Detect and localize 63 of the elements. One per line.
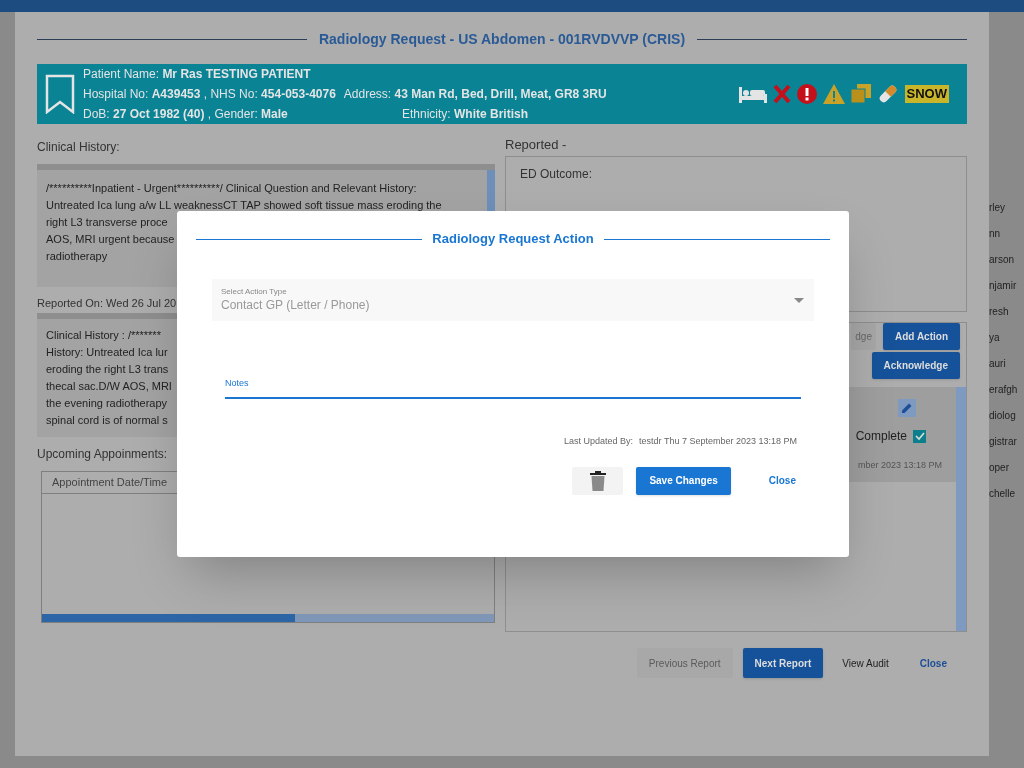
action-button[interactable]: Acknowledge	[871, 352, 960, 379]
action-date: mber 2023 13:18 PM	[857, 459, 942, 472]
list-item-text: rley	[989, 201, 1007, 215]
list-item-text: nn	[989, 227, 1002, 241]
complete-checkbox[interactable]	[913, 429, 926, 443]
bookmark-icon	[45, 74, 75, 114]
status-text: Complete	[855, 428, 907, 445]
patient-ids: Hospital No: A439453 , NHS No: 454-053-4076	[83, 86, 336, 103]
list-item-text: auri	[989, 357, 1007, 371]
cross-icon	[772, 84, 791, 104]
save-changes-button[interactable]: Save Changes	[636, 466, 731, 495]
text-line: AOS, MRI urgent because	[46, 232, 175, 247]
alert-badge: SNOW	[904, 85, 949, 103]
close-link[interactable]: Close	[768, 473, 796, 488]
dropdown-caret-icon	[794, 297, 804, 303]
vertical-scrollbar[interactable]	[956, 387, 966, 631]
text-line: Untreated Ica lung a/w LL weaknessCT TAP showed soft tissue mass eroding the	[46, 198, 442, 213]
text-line: right L3 transverse proce	[46, 215, 168, 230]
action-button[interactable]: Add Action	[883, 323, 960, 350]
section-label: Clinical History:	[37, 139, 121, 156]
list-item-text: chelle	[989, 487, 1017, 501]
text-line: thecal sac.D/W AOS, MRI	[46, 379, 172, 394]
copies-icon	[850, 84, 871, 104]
action-type-select[interactable]: Select Action Type Contact GP (Letter / Phone)	[212, 279, 814, 321]
trash-icon	[589, 470, 606, 491]
dialog-title: Radiology Request - US Abdomen - 001RVDVVP (CRIS)	[318, 29, 686, 49]
ed-outcome-label: ED Outcome:	[520, 166, 594, 183]
footer-button[interactable]: Next Report	[742, 648, 824, 678]
reported-on-text: Reported On: Wed 26 Jul 20	[37, 296, 177, 311]
bed-icon	[738, 85, 767, 103]
patient-address: Address: 43 Man Rd, Bed, Drill, Meat, GR8 3RU	[343, 86, 607, 103]
list-item-text: arson	[989, 253, 1015, 267]
horizontal-scrollbar[interactable]	[42, 614, 494, 622]
patient-dob-gender: DoB: 27 Oct 1982 (40) , Gender: Male	[83, 106, 289, 123]
list-item-text: gistrar	[989, 435, 1018, 449]
edit-icon[interactable]	[898, 399, 916, 417]
warning-icon	[822, 84, 845, 104]
alert-icon	[796, 84, 817, 104]
text-line: eroding the right L3 trans	[46, 362, 169, 377]
text-line: spinal cord is of normal s	[46, 413, 168, 428]
notes-field[interactable]: Notes	[225, 359, 801, 399]
text-line: /**********Inpatient - Urgent**********/ Clinical Question and Relevant History:	[46, 181, 417, 196]
list-item-text: resh	[989, 305, 1010, 319]
text-line: the evening radiotherapy	[46, 396, 168, 411]
footer-button[interactable]: View Audit	[833, 648, 898, 678]
patient-ethnicity: Ethnicity: White British	[402, 106, 529, 123]
text-line: Clinical History : /*******	[46, 328, 161, 343]
reported-heading: Reported -	[505, 136, 568, 154]
close-link[interactable]: Close	[907, 648, 959, 678]
column-header: Appointment Date/Time	[52, 475, 168, 491]
text-line: radiotherapy	[46, 249, 108, 264]
section-label: Upcoming Appoinments:	[37, 446, 169, 463]
dialog-title: Radiology Request Action	[432, 230, 594, 249]
list-item-text: diolog	[989, 409, 1017, 423]
patient-name: Patient Name: Mr Ras TESTING PATIENT	[83, 66, 312, 83]
last-updated-label: Last Updated By:	[564, 435, 634, 448]
list-item-text: njamir	[989, 279, 1018, 293]
last-updated-value: testdr Thu 7 September 2023 13:18 PM	[639, 435, 797, 448]
delete-button[interactable]	[572, 466, 624, 495]
list-item-text: oper	[989, 461, 1010, 475]
text-line: History: Untreated Ica lur	[46, 345, 168, 360]
list-item-text: ya	[989, 331, 1001, 345]
list-item-text: erafgh	[989, 383, 1019, 397]
